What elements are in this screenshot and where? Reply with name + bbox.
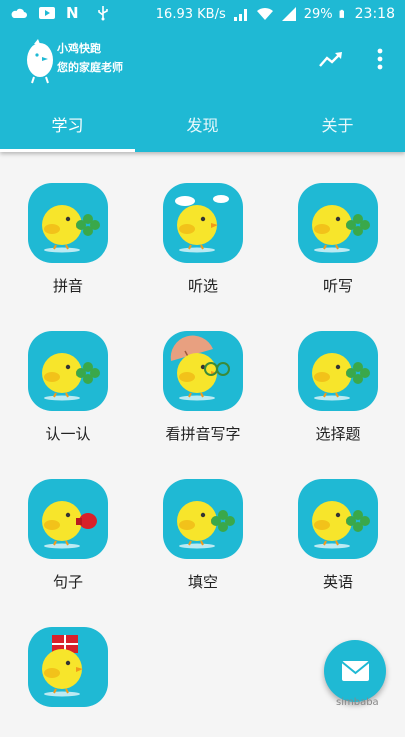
grid-item-label: 看拼音写字 — [165, 425, 241, 443]
grid-item-label: 填空 — [187, 573, 218, 591]
chick-clover-icon — [28, 331, 108, 411]
wifi-icon — [256, 7, 273, 20]
tab-about[interactable]: 关于 — [270, 96, 405, 152]
chick-clover-icon — [298, 331, 378, 411]
toolbar: 小鸡快跑 您的家庭老师 — [0, 30, 405, 90]
grid-item-label: 听写 — [322, 277, 353, 295]
grid-item-label: 选择题 — [315, 425, 361, 443]
chick-clover-icon — [28, 183, 108, 263]
grid-item[interactable] — [3, 597, 133, 737]
grid-item-label: 拼音 — [52, 277, 83, 295]
tab-discover[interactable]: 发现 — [135, 96, 270, 152]
grid-item[interactable]: 听写 — [273, 153, 403, 295]
n-notification-icon: N — [66, 4, 79, 22]
app-bar: N 16.93 KB/s 29% 23:18 小鸡快跑 您的家庭老师 学习 发现… — [0, 0, 405, 152]
tab-study[interactable]: 学习 — [0, 96, 135, 152]
chick-clover-icon — [163, 479, 243, 559]
trending-up-icon[interactable] — [318, 48, 344, 70]
grid-item[interactable]: 认一认 — [3, 301, 133, 443]
watermark-text: simbaba — [336, 697, 379, 708]
chick-logo-icon — [27, 39, 53, 84]
grid-item-label: 英语 — [322, 573, 353, 591]
grid-item-label: 认一认 — [45, 425, 91, 443]
status-bar: N 16.93 KB/s 29% 23:18 — [0, 0, 405, 30]
cell-signal-icon — [281, 7, 296, 21]
grid-item[interactable]: 听选 — [138, 153, 268, 295]
grid-item-label: 听选 — [187, 277, 218, 295]
chick-boxing-glove-icon — [28, 479, 108, 559]
brand-title: 小鸡快跑 — [57, 42, 101, 55]
chick-clover-icon — [298, 479, 378, 559]
tab-bar: 学习 发现 关于 — [0, 96, 405, 152]
grid-item[interactable]: 填空 — [138, 449, 268, 591]
brand-subtitle: 您的家庭老师 — [57, 61, 123, 74]
feature-grid: 拼音 听选 听写认一认 看拼音写字 选择题句子 填空 英语 — [0, 152, 405, 720]
grid-item[interactable]: 选择题 — [273, 301, 403, 443]
chick-gift-icon — [28, 627, 108, 707]
battery-charging-icon — [339, 9, 344, 18]
network-speed: 16.93 KB/s — [155, 6, 226, 22]
chick-clover-icon — [298, 183, 378, 263]
message-fab[interactable] — [324, 640, 386, 702]
cloud-icon — [11, 8, 27, 18]
envelope-icon — [341, 661, 370, 681]
battery-percent: 29% — [303, 6, 333, 22]
video-icon — [39, 7, 55, 19]
grid-item[interactable]: 拼音 — [3, 153, 133, 295]
chick-cloud-icon — [163, 183, 243, 263]
clock: 23:18 — [354, 6, 395, 22]
usb-icon — [98, 6, 108, 21]
grid-item-label: 句子 — [52, 573, 83, 591]
chick-umbrella-icon — [163, 331, 243, 411]
signal-icon — [233, 9, 247, 21]
grid-item[interactable]: 看拼音写字 — [138, 301, 268, 443]
grid-item[interactable]: 句子 — [3, 449, 133, 591]
grid-item[interactable]: 英语 — [273, 449, 403, 591]
more-vert-icon[interactable] — [370, 46, 390, 72]
